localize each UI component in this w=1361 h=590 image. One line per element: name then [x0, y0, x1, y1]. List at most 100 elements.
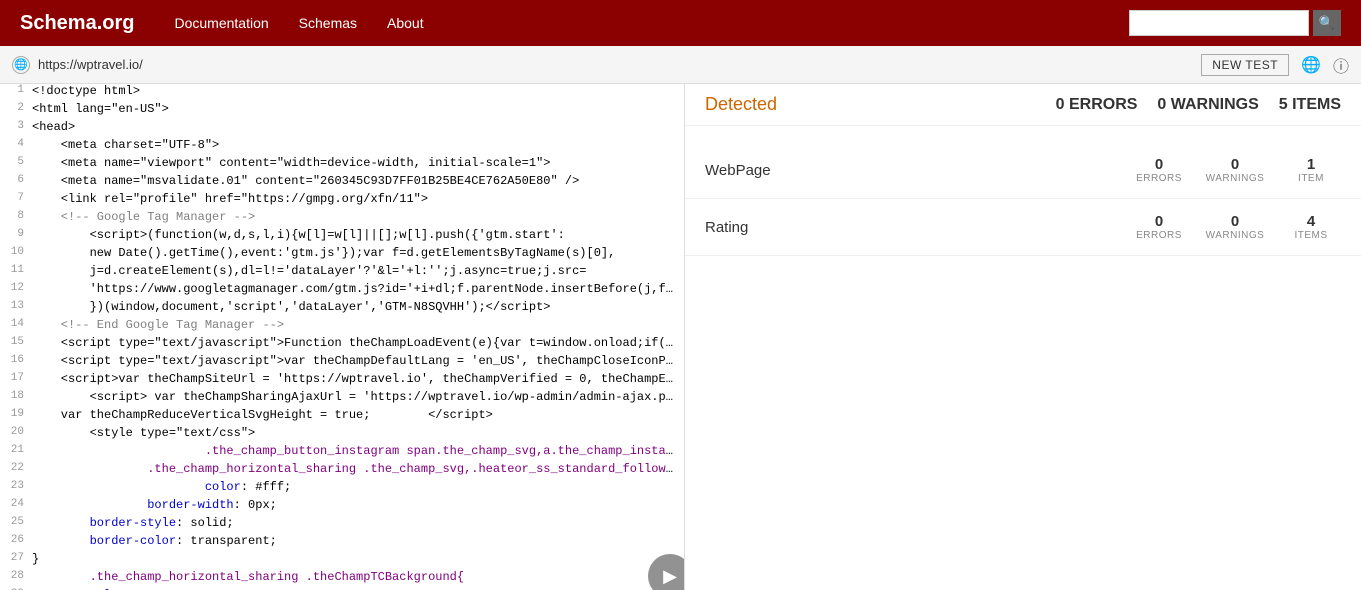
- current-url: https://wptravel.io/: [38, 57, 143, 72]
- webpage-errors-label: ERRORS: [1136, 173, 1182, 184]
- code-line: 6 <meta name="msvalidate.01" content="26…: [0, 174, 684, 192]
- line-number: 4: [4, 138, 32, 150]
- line-content: <style type="text/css">: [32, 426, 680, 440]
- line-number: 23: [4, 480, 32, 492]
- top-nav: Schema.org Documentation Schemas About 🔍: [0, 0, 1361, 46]
- code-line: 24 border-width: 0px;: [0, 498, 684, 516]
- line-number: 8: [4, 210, 32, 222]
- line-content: border-style: solid;: [32, 516, 680, 530]
- line-content: <script type="text/javascript">var theCh…: [32, 354, 680, 368]
- line-content: .the_champ_horizontal_sharing .the_champ…: [32, 462, 680, 476]
- line-number: 27: [4, 552, 32, 564]
- globe-icon: 🌐: [12, 56, 30, 74]
- code-line: 28 .the_champ_horizontal_sharing .theCha…: [0, 570, 684, 588]
- main-area: 1<!doctype html>2<html lang="en-US">3<he…: [0, 84, 1361, 590]
- result-row-webpage[interactable]: WebPage 0 ERRORS 0 WARNINGS 1 ITEM: [685, 142, 1361, 199]
- code-line: 5 <meta name="viewport" content="width=d…: [0, 156, 684, 174]
- line-content: <script type="text/javascript">Function …: [32, 336, 680, 350]
- line-number: 19: [4, 408, 32, 420]
- line-number: 11: [4, 264, 32, 276]
- code-line: 27}: [0, 552, 684, 570]
- line-number: 24: [4, 498, 32, 510]
- webpage-stats: 0 ERRORS 0 WARNINGS 1 ITEM: [1129, 156, 1341, 184]
- webpage-items: 1 ITEM: [1281, 156, 1341, 184]
- search-input[interactable]: [1129, 10, 1309, 36]
- nav-link-about[interactable]: About: [387, 15, 424, 31]
- rating-warnings-count: 0: [1231, 213, 1239, 230]
- line-number: 14: [4, 318, 32, 330]
- line-content: j=d.createElement(s),dl=l!='dataLayer'?'…: [32, 264, 680, 278]
- new-test-button[interactable]: NEW TEST: [1201, 54, 1289, 76]
- code-line: 13 })(window,document,'script','dataLaye…: [0, 300, 684, 318]
- line-number: 15: [4, 336, 32, 348]
- line-content: .the_champ_horizontal_sharing .theChampT…: [32, 570, 680, 584]
- line-number: 26: [4, 534, 32, 546]
- site-logo[interactable]: Schema.org: [20, 12, 134, 35]
- code-line: 14 <!-- End Google Tag Manager -->: [0, 318, 684, 336]
- rating-items-label: ITEMS: [1294, 230, 1327, 241]
- detected-stats: 0 ERRORS 0 WARNINGS 5 ITEMS: [1056, 96, 1341, 114]
- total-warnings-stat: 0 WARNINGS: [1157, 96, 1258, 114]
- line-number: 5: [4, 156, 32, 168]
- line-content: new Date().getTime(),event:'gtm.js'});va…: [32, 246, 680, 260]
- code-line: 23 color: #fff;: [0, 480, 684, 498]
- line-content: <script>(function(w,d,s,l,i){w[l]=w[l]||…: [32, 228, 680, 242]
- code-line: 26 border-color: transparent;: [0, 534, 684, 552]
- line-content: border-width: 0px;: [32, 498, 680, 512]
- code-lines: 1<!doctype html>2<html lang="en-US">3<he…: [0, 84, 684, 590]
- nav-link-schemas[interactable]: Schemas: [299, 15, 357, 31]
- detected-header: Detected 0 ERRORS 0 WARNINGS 5 ITEMS: [685, 84, 1361, 126]
- search-button[interactable]: 🔍: [1313, 10, 1341, 36]
- code-line: 11 j=d.createElement(s),dl=l!='dataLayer…: [0, 264, 684, 282]
- line-number: 7: [4, 192, 32, 204]
- line-content: var theChampReduceVerticalSvgHeight = tr…: [32, 408, 680, 422]
- line-content: color: #fff;: [32, 480, 680, 494]
- line-number: 3: [4, 120, 32, 132]
- rating-errors: 0 ERRORS: [1129, 213, 1189, 241]
- code-line: 20 <style type="text/css">: [0, 426, 684, 444]
- line-number: 2: [4, 102, 32, 114]
- url-bar-right: NEW TEST 🌐 ⓘ: [1201, 53, 1349, 77]
- play-button[interactable]: ▶: [648, 554, 685, 590]
- line-content: })(window,document,'script','dataLayer',…: [32, 300, 680, 314]
- line-content: .the_champ_button_instagram span.the_cha…: [32, 444, 680, 458]
- code-line: 1<!doctype html>: [0, 84, 684, 102]
- line-content: <!-- Google Tag Manager -->: [32, 210, 680, 224]
- rating-errors-count: 0: [1155, 213, 1163, 230]
- code-line: 3<head>: [0, 120, 684, 138]
- line-content: <link rel="profile" href="https://gmpg.o…: [32, 192, 680, 206]
- rating-warnings: 0 WARNINGS: [1205, 213, 1265, 241]
- results-panel: Detected 0 ERRORS 0 WARNINGS 5 ITEMS Web…: [685, 84, 1361, 590]
- code-line: 19 var theChampReduceVerticalSvgHeight =…: [0, 408, 684, 426]
- nav-left: Schema.org Documentation Schemas About: [20, 12, 424, 35]
- line-content: <head>: [32, 120, 680, 134]
- webpage-warnings-label: WARNINGS: [1206, 173, 1265, 184]
- code-panel[interactable]: 1<!doctype html>2<html lang="en-US">3<he…: [0, 84, 685, 590]
- rating-title: Rating: [705, 219, 748, 236]
- code-line: 12 'https://www.googletagmanager.com/gtm…: [0, 282, 684, 300]
- language-icon-button[interactable]: 🌐: [1301, 55, 1321, 75]
- line-number: 16: [4, 354, 32, 366]
- code-line: 10 new Date().getTime(),event:'gtm.js'})…: [0, 246, 684, 264]
- total-warnings-value: 0 WARNINGS: [1157, 96, 1258, 114]
- total-errors-stat: 0 ERRORS: [1056, 96, 1138, 114]
- total-errors-value: 0 ERRORS: [1056, 96, 1138, 114]
- line-number: 9: [4, 228, 32, 240]
- rating-items-count: 4: [1307, 213, 1315, 230]
- webpage-warnings-count: 0: [1231, 156, 1239, 173]
- total-items-value: 5 ITEMS: [1279, 96, 1341, 114]
- line-number: 13: [4, 300, 32, 312]
- nav-link-documentation[interactable]: Documentation: [174, 15, 268, 31]
- webpage-errors-count: 0: [1155, 156, 1163, 173]
- help-icon-button[interactable]: ⓘ: [1333, 53, 1349, 77]
- webpage-items-count: 1: [1307, 156, 1315, 173]
- result-row-rating[interactable]: Rating 0 ERRORS 0 WARNINGS 4 ITEMS: [685, 199, 1361, 256]
- code-line: 16 <script type="text/javascript">var th…: [0, 354, 684, 372]
- code-line: 2<html lang="en-US">: [0, 102, 684, 120]
- line-number: 6: [4, 174, 32, 186]
- rating-warnings-label: WARNINGS: [1206, 230, 1265, 241]
- line-number: 17: [4, 372, 32, 384]
- line-number: 28: [4, 570, 32, 582]
- line-number: 22: [4, 462, 32, 474]
- rating-stats: 0 ERRORS 0 WARNINGS 4 ITEMS: [1129, 213, 1341, 241]
